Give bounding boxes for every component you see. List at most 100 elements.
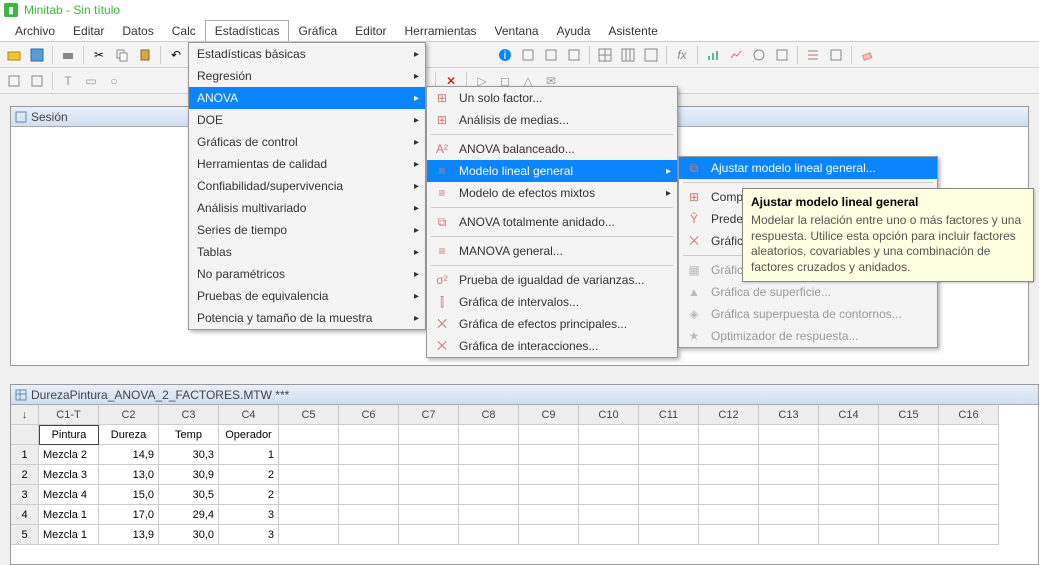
data-cell[interactable]: [639, 485, 699, 505]
data-cell[interactable]: [639, 445, 699, 465]
stats-item[interactable]: Series de tiempo▸: [189, 219, 425, 241]
anova-item[interactable]: σ²Prueba de igualdad de varianzas...: [427, 269, 677, 291]
column-header[interactable]: C9: [519, 405, 579, 425]
column-name[interactable]: Operador: [219, 425, 279, 445]
data-cell[interactable]: [939, 465, 999, 485]
column-header[interactable]: C7: [399, 405, 459, 425]
stats-item[interactable]: DOE▸: [189, 109, 425, 131]
data-cell[interactable]: Mezcla 2: [39, 445, 99, 465]
row-header[interactable]: 1: [11, 445, 39, 465]
data-cell[interactable]: [759, 525, 819, 545]
menu-ayuda[interactable]: Ayuda: [548, 21, 600, 41]
data-cell[interactable]: [879, 505, 939, 525]
data-cell[interactable]: [819, 505, 879, 525]
data-cell[interactable]: [879, 485, 939, 505]
data-cell[interactable]: [819, 465, 879, 485]
data-cell[interactable]: [459, 445, 519, 465]
data-cell[interactable]: [399, 525, 459, 545]
tool-icon[interactable]: [27, 71, 47, 91]
data-cell[interactable]: [819, 445, 879, 465]
chart-icon[interactable]: [772, 45, 792, 65]
tool-icon[interactable]: [564, 45, 584, 65]
stats-item[interactable]: Herramientas de calidad▸: [189, 153, 425, 175]
data-cell[interactable]: [759, 505, 819, 525]
stats-item[interactable]: Estadísticas básicas▸: [189, 43, 425, 65]
data-cell[interactable]: [399, 465, 459, 485]
data-cell[interactable]: [819, 525, 879, 545]
data-cell[interactable]: [939, 525, 999, 545]
data-cell[interactable]: [699, 505, 759, 525]
anova-item[interactable]: ⫿Gráfica de intervalos...: [427, 291, 677, 313]
anova-item[interactable]: ≡MANOVA general...: [427, 240, 677, 262]
column-name[interactable]: [579, 425, 639, 445]
anova-item[interactable]: A²ANOVA balanceado...: [427, 138, 677, 160]
anova-item[interactable]: ≡Modelo de efectos mixtos▸: [427, 182, 677, 204]
data-cell[interactable]: [579, 505, 639, 525]
data-cell[interactable]: Mezcla 4: [39, 485, 99, 505]
data-cell[interactable]: [699, 485, 759, 505]
column-name[interactable]: [279, 425, 339, 445]
data-cell[interactable]: [879, 525, 939, 545]
data-cell[interactable]: [819, 485, 879, 505]
anova-item[interactable]: ⧉ANOVA totalmente anidado...: [427, 211, 677, 233]
open-icon[interactable]: [4, 45, 24, 65]
column-name[interactable]: [939, 425, 999, 445]
data-cell[interactable]: 17,0: [99, 505, 159, 525]
data-cell[interactable]: Mezcla 1: [39, 525, 99, 545]
data-cell[interactable]: 1: [219, 445, 279, 465]
column-name[interactable]: [399, 425, 459, 445]
data-cell[interactable]: 14,9: [99, 445, 159, 465]
grid-corner[interactable]: ↓: [11, 405, 39, 425]
data-cell[interactable]: [939, 505, 999, 525]
grid-icon[interactable]: [595, 45, 615, 65]
data-cell[interactable]: [639, 505, 699, 525]
undo-icon[interactable]: ↶: [166, 45, 186, 65]
column-name[interactable]: [819, 425, 879, 445]
column-name[interactable]: Temp: [159, 425, 219, 445]
column-name[interactable]: [699, 425, 759, 445]
column-header[interactable]: C16: [939, 405, 999, 425]
data-cell[interactable]: [459, 505, 519, 525]
anova-item[interactable]: ≡Modelo lineal general▸: [427, 160, 677, 182]
column-header[interactable]: C3: [159, 405, 219, 425]
data-cell[interactable]: [279, 445, 339, 465]
data-cell[interactable]: [519, 525, 579, 545]
column-name[interactable]: [519, 425, 579, 445]
column-name[interactable]: Dureza: [99, 425, 159, 445]
data-cell[interactable]: [939, 485, 999, 505]
data-cell[interactable]: [279, 505, 339, 525]
menu-asistente[interactable]: Asistente: [599, 21, 666, 41]
menu-datos[interactable]: Datos: [113, 21, 162, 41]
stats-item[interactable]: Potencia y tamaño de la muestra▸: [189, 307, 425, 329]
column-header[interactable]: C14: [819, 405, 879, 425]
menu-ventana[interactable]: Ventana: [486, 21, 548, 41]
data-cell[interactable]: [459, 525, 519, 545]
data-cell[interactable]: [759, 445, 819, 465]
row-header[interactable]: 4: [11, 505, 39, 525]
data-cell[interactable]: 2: [219, 485, 279, 505]
data-cell[interactable]: [339, 505, 399, 525]
data-cell[interactable]: [759, 465, 819, 485]
column-header[interactable]: C5: [279, 405, 339, 425]
data-cell[interactable]: [579, 445, 639, 465]
column-header[interactable]: C8: [459, 405, 519, 425]
data-cell[interactable]: [279, 525, 339, 545]
data-cell[interactable]: [459, 465, 519, 485]
menu-herramientas[interactable]: Herramientas: [396, 21, 486, 41]
copy-icon[interactable]: [112, 45, 132, 65]
data-cell[interactable]: [699, 445, 759, 465]
tool-icon[interactable]: [4, 71, 24, 91]
data-cell[interactable]: [339, 465, 399, 485]
column-name[interactable]: Pintura: [39, 425, 99, 445]
column-name[interactable]: [879, 425, 939, 445]
help-icon[interactable]: i: [495, 45, 515, 65]
column-header[interactable]: C12: [699, 405, 759, 425]
column-header[interactable]: C15: [879, 405, 939, 425]
save-icon[interactable]: [27, 45, 47, 65]
column-header[interactable]: C1-T: [39, 405, 99, 425]
menu-archivo[interactable]: Archivo: [6, 21, 64, 41]
column-header[interactable]: C4: [219, 405, 279, 425]
data-cell[interactable]: [519, 465, 579, 485]
anova-item[interactable]: ⊞Análisis de medias...: [427, 109, 677, 131]
stats-item[interactable]: No paramétricos▸: [189, 263, 425, 285]
